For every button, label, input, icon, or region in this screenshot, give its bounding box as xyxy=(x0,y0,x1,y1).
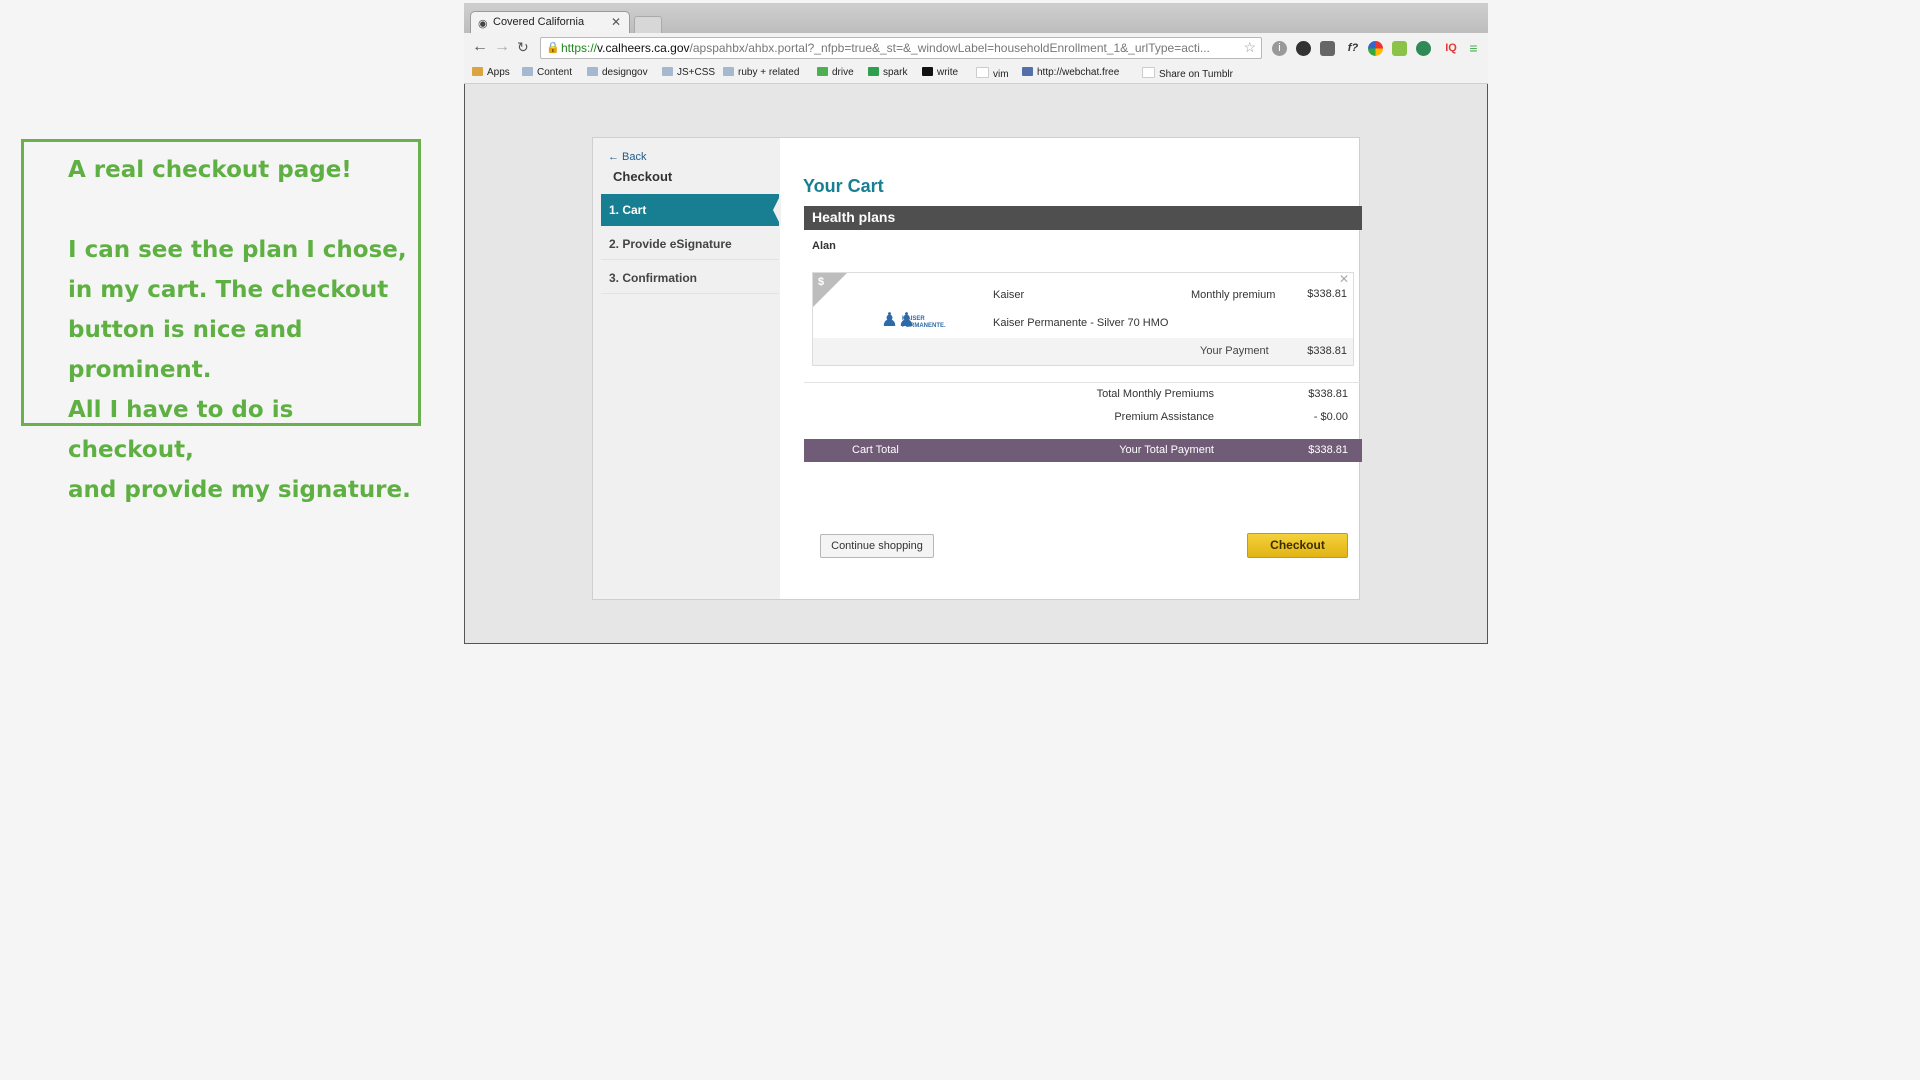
favicon-icon: ◉ xyxy=(478,18,488,30)
checkout-sidebar: ← Back Checkout 1. Cart 2. Provide eSign… xyxy=(593,138,781,599)
annotation-box: A real checkout page! I can see the plan… xyxy=(21,139,421,503)
drive-icon xyxy=(817,67,828,76)
iq-icon[interactable]: IQ xyxy=(1441,41,1461,56)
bookmark-item[interactable]: spark xyxy=(868,67,907,78)
bookmark-item[interactable]: Apps xyxy=(472,67,510,78)
lock-icon: 🔒 xyxy=(546,42,560,54)
member-name: Alan xyxy=(812,240,836,252)
menu-icon[interactable]: ≡ xyxy=(1466,41,1481,56)
kaiser-logo-text: KAISER PERMANENTE. xyxy=(902,316,946,329)
bookmark-item[interactable]: ruby + related xyxy=(723,67,799,78)
bookmark-item[interactable]: vim xyxy=(976,67,1009,80)
annotation-text: A real checkout page! xyxy=(68,157,352,183)
continue-shopping-button[interactable]: Continue shopping xyxy=(820,534,934,558)
url-scheme: https:// xyxy=(561,41,598,55)
bookmark-item[interactable]: Share on Tumblr xyxy=(1142,67,1233,80)
folder-icon xyxy=(723,67,734,76)
annotation-text: and provide my signature. xyxy=(68,477,411,503)
total-payment-value: $338.81 xyxy=(1308,444,1348,456)
tab-strip: ◉ Covered California ✕ xyxy=(464,3,1488,34)
bookmark-item[interactable]: Content xyxy=(522,67,572,78)
total-premiums-value: $338.81 xyxy=(1308,388,1348,400)
total-premiums-row: Total Monthly Premiums $338.81 xyxy=(804,382,1362,407)
url-host: v.calheers.ca.gov xyxy=(597,41,690,55)
extension-dark-icon[interactable] xyxy=(1296,41,1311,56)
bookmark-item[interactable]: JS+CSS xyxy=(662,67,715,78)
color-wheel-icon[interactable] xyxy=(1368,41,1383,56)
window-extension-icon[interactable] xyxy=(1392,41,1407,56)
step-esignature[interactable]: 2. Provide eSignature xyxy=(601,228,779,260)
page-icon xyxy=(976,67,989,78)
folder-icon xyxy=(522,67,533,76)
pocket-icon[interactable] xyxy=(1320,41,1335,56)
cart-panel: Your Cart Health plans Alan $ ✕ ♟♟ KAISE… xyxy=(793,138,1362,599)
dollar-icon: $ xyxy=(818,276,825,288)
bookmark-star-icon[interactable]: ☆ xyxy=(1243,38,1256,57)
section-header: Health plans xyxy=(804,206,1362,230)
page-title: Your Cart xyxy=(803,176,884,196)
payment-row: Your Payment $338.81 xyxy=(813,338,1353,365)
page-icon xyxy=(1142,67,1155,78)
premium-assistance-label: Premium Assistance xyxy=(1114,411,1214,423)
plan-carrier: Kaiser xyxy=(993,289,1025,301)
total-premiums-label: Total Monthly Premiums xyxy=(1096,388,1214,400)
new-tab-button[interactable] xyxy=(634,16,662,34)
cart-total-label: Cart Total xyxy=(852,444,899,456)
premium-assistance-value: - $0.00 xyxy=(1313,411,1348,423)
annotation-text: button is nice and prominent. xyxy=(68,317,303,383)
annotation-text: in my cart. The checkout xyxy=(68,277,389,303)
step-cart[interactable]: 1. Cart xyxy=(601,194,781,226)
bookmark-item[interactable]: drive xyxy=(817,67,854,78)
plan-card: $ ✕ ♟♟ KAISER PERMANENTE. Kaiser Kaiser … xyxy=(812,272,1354,366)
bookmark-item[interactable]: designgov xyxy=(587,67,648,78)
checkout-button[interactable]: Checkout xyxy=(1247,533,1348,558)
annotation-text: All I have to do is checkout, xyxy=(68,397,294,463)
back-link[interactable]: ← Back xyxy=(608,151,647,163)
payment-value: $338.81 xyxy=(1307,345,1347,357)
webchat-icon xyxy=(1022,67,1033,76)
bookmark-item[interactable]: write xyxy=(922,67,958,78)
sidebar-title: Checkout xyxy=(613,169,673,184)
write-icon xyxy=(922,67,933,76)
checkout-page: ← Back Checkout 1. Cart 2. Provide eSign… xyxy=(592,137,1362,600)
browser-toolbar: ← → ↻ 🔒 https://v.calheers.ca.gov/apspah… xyxy=(464,33,1488,65)
step-confirmation[interactable]: 3. Confirmation xyxy=(601,262,779,294)
payment-label: Your Payment xyxy=(1200,345,1269,357)
monthly-premium-value: $338.81 xyxy=(1307,288,1347,300)
close-icon[interactable]: ✕ xyxy=(611,15,621,29)
extension-info-icon[interactable]: i xyxy=(1272,41,1287,56)
forward-arrow-icon[interactable]: → xyxy=(494,38,510,56)
total-payment-label: Your Total Payment xyxy=(1119,444,1214,456)
monthly-premium-label: Monthly premium xyxy=(1191,289,1276,301)
browser-tab[interactable]: ◉ Covered California ✕ xyxy=(470,11,630,33)
remove-plan-icon[interactable]: ✕ xyxy=(1339,272,1349,286)
new-extension-icon[interactable] xyxy=(1416,41,1431,56)
bookmarks-bar: Apps Content designgov JS+CSS ruby + rel… xyxy=(464,65,1488,84)
spreadsheet-icon xyxy=(868,67,879,76)
plan-name: Kaiser Permanente - Silver 70 HMO xyxy=(993,317,1169,329)
folder-icon xyxy=(587,67,598,76)
apps-grid-icon xyxy=(472,67,483,76)
premium-assistance-row: Premium Assistance - $0.00 xyxy=(804,406,1362,430)
tab-title: Covered California xyxy=(493,16,585,28)
browser-window: ◉ Covered California ✕ ← → ↻ 🔒 https://v… xyxy=(464,3,1488,644)
address-bar[interactable]: 🔒 https://v.calheers.ca.gov/apspahbx/ahb… xyxy=(540,37,1262,59)
folder-icon xyxy=(662,67,673,76)
bookmark-item[interactable]: http://webchat.free xyxy=(1022,67,1119,78)
reload-icon[interactable]: ↻ xyxy=(517,39,529,56)
annotation-text: I can see the plan I chose, xyxy=(68,237,407,263)
back-arrow-icon[interactable]: ← xyxy=(472,38,488,56)
cart-total-bar: Cart Total Your Total Payment $338.81 xyxy=(804,439,1362,462)
url-path: /apspahbx/ahbx.portal?_nfpb=true&_st=&_w… xyxy=(689,41,1210,55)
function-icon[interactable]: f? xyxy=(1343,41,1363,56)
